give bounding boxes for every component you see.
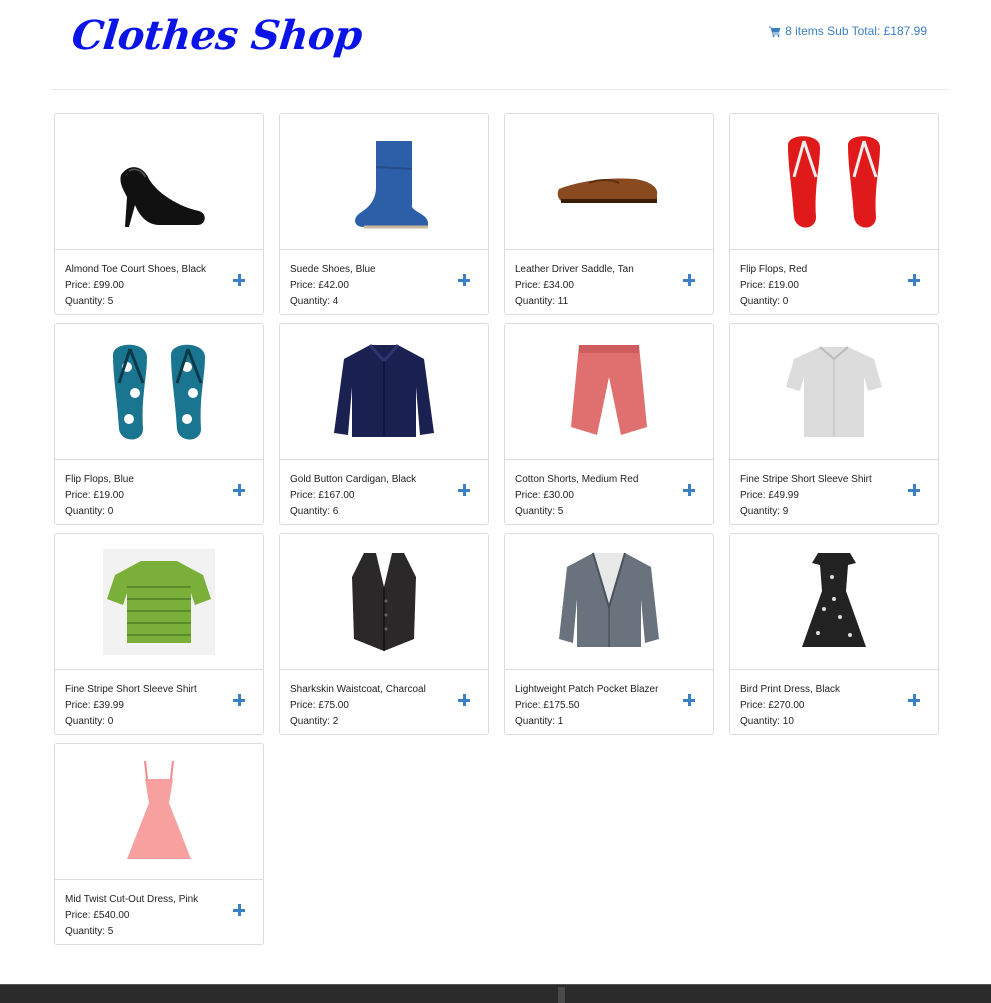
product-quantity: Quantity: 5 [65,926,114,937]
add-to-cart-button[interactable] [682,483,696,497]
add-to-cart-button[interactable] [682,693,696,707]
product-image-grey-blazer[interactable] [505,534,713,670]
product-name: Fine Stripe Short Sleeve Shirt [740,474,872,485]
product-quantity: Quantity: 0 [740,296,789,307]
product-name: Lightweight Patch Pocket Blazer [515,684,659,695]
product-price: Price: £19.00 [65,490,124,501]
add-to-cart-button[interactable] [232,693,246,707]
product-name: Cotton Shorts, Medium Red [515,474,639,485]
product-price: Price: £175.50 [515,700,580,711]
product-name: Sharkskin Waistcoat, Charcoal [290,684,426,695]
product-quantity: Quantity: 0 [65,506,114,517]
product-image-green-polo[interactable] [55,534,263,670]
product-quantity: Quantity: 1 [515,716,564,727]
product-card: Sharkskin Waistcoat, Charcoal Price: £75… [279,533,489,735]
product-quantity: Quantity: 9 [740,506,789,517]
header: Clothes Shop 8 items Sub Total: £187.99 [52,0,949,90]
add-to-cart-button[interactable] [457,273,471,287]
product-price: Price: £30.00 [515,490,574,501]
add-to-cart-button[interactable] [907,273,921,287]
add-to-cart-button[interactable] [907,483,921,497]
product-quantity: Quantity: 11 [515,296,569,307]
product-price: Price: £34.00 [515,280,574,291]
product-image-navy-cardigan[interactable] [280,324,488,460]
product-card: Cotton Shorts, Medium Red Price: £30.00 … [504,323,714,525]
product-image-blue-suede-boot[interactable] [280,114,488,250]
product-price: Price: £19.00 [740,280,799,291]
add-to-cart-button[interactable] [232,483,246,497]
add-to-cart-button[interactable] [457,483,471,497]
add-to-cart-button[interactable] [457,693,471,707]
product-image-pink-dress[interactable] [55,744,263,880]
product-image-black-print-dress[interactable] [730,534,938,670]
product-name: Flip Flops, Blue [65,474,134,485]
product-card: Lightweight Patch Pocket Blazer Price: £… [504,533,714,735]
product-image-tan-loafer[interactable] [505,114,713,250]
cart-summary-text: 8 items Sub Total: £187.99 [785,24,927,38]
product-card: Flip Flops, Blue Price: £19.00 Quantity:… [54,323,264,525]
product-name: Fine Stripe Short Sleeve Shirt [65,684,197,695]
product-price: Price: £39.99 [65,700,124,711]
bottom-bar-divider [558,987,565,1003]
product-image-blue-floral-flip-flops[interactable] [55,324,263,460]
product-name: Mid Twist Cut-Out Dress, Pink [65,894,199,905]
product-price: Price: £49.99 [740,490,799,501]
product-price: Price: £75.00 [290,700,349,711]
product-image-black-court-shoe[interactable] [55,114,263,250]
product-card: Mid Twist Cut-Out Dress, Pink Price: £54… [54,743,264,945]
product-quantity: Quantity: 6 [290,506,339,517]
product-card: Fine Stripe Short Sleeve Shirt Price: £3… [54,533,264,735]
product-card: Bird Print Dress, Black Price: £270.00 Q… [729,533,939,735]
site-logo[interactable]: Clothes Shop [70,12,365,59]
product-price: Price: £99.00 [65,280,124,291]
product-quantity: Quantity: 0 [65,716,114,727]
product-name: Suede Shoes, Blue [290,264,376,275]
product-name: Flip Flops, Red [740,264,808,275]
cart-summary[interactable]: 8 items Sub Total: £187.99 [769,24,927,38]
product-card: Flip Flops, Red Price: £19.00 Quantity: … [729,113,939,315]
product-name: Leather Driver Saddle, Tan [515,264,634,275]
shopping-cart-icon [769,26,781,37]
product-image-charcoal-waistcoat[interactable] [280,534,488,670]
product-image-grey-shirt[interactable] [730,324,938,460]
product-quantity: Quantity: 10 [740,716,794,727]
product-card: Leather Driver Saddle, Tan Price: £34.00… [504,113,714,315]
product-quantity: Quantity: 4 [290,296,339,307]
product-card: Suede Shoes, Blue Price: £42.00 Quantity… [279,113,489,315]
product-quantity: Quantity: 5 [515,506,564,517]
product-price: Price: £42.00 [290,280,349,291]
product-name: Gold Button Cardigan, Black [290,474,417,485]
product-card: Fine Stripe Short Sleeve Shirt Price: £4… [729,323,939,525]
add-to-cart-button[interactable] [682,273,696,287]
product-image-red-shorts[interactable] [505,324,713,460]
product-price: Price: £270.00 [740,700,805,711]
product-card: Almond Toe Court Shoes, Black Price: £99… [54,113,264,315]
product-price: Price: £540.00 [65,910,130,921]
product-quantity: Quantity: 2 [290,716,339,727]
product-image-red-flip-flops[interactable] [730,114,938,250]
product-name: Bird Print Dress, Black [740,684,841,695]
add-to-cart-button[interactable] [907,693,921,707]
product-quantity: Quantity: 5 [65,296,114,307]
add-to-cart-button[interactable] [232,903,246,917]
add-to-cart-button[interactable] [232,273,246,287]
bottom-bar [0,984,991,1003]
product-price: Price: £167.00 [290,490,355,501]
product-name: Almond Toe Court Shoes, Black [65,264,207,275]
product-card: Gold Button Cardigan, Black Price: £167.… [279,323,489,525]
